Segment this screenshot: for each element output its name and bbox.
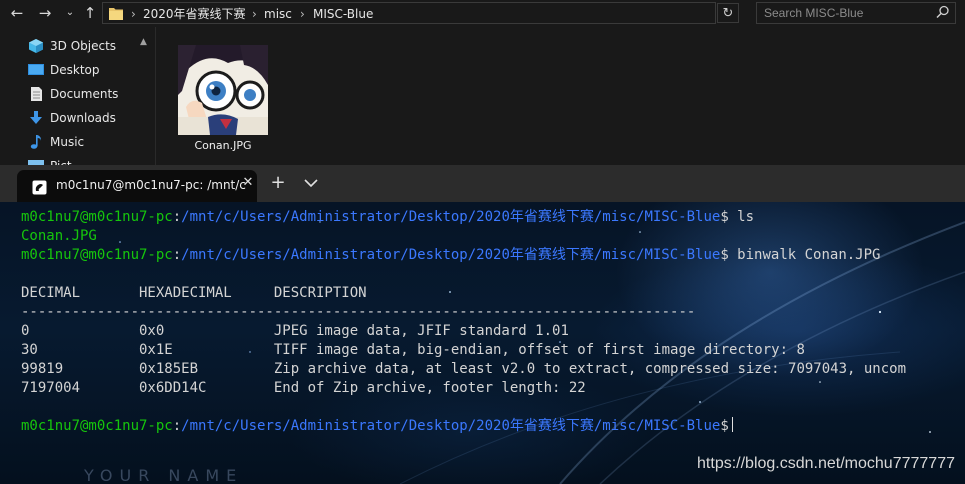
terminal-line: m0c1nu7@m0c1nu7-pc:/mnt/c/Users/Administ… [21,208,754,227]
breadcrumb-separator-icon: › [131,7,136,21]
back-arrow-icon[interactable]: ← [7,4,27,22]
3d-objects-icon [29,39,43,53]
nav-item-label: 3D Objects [50,39,117,53]
search-icon[interactable] [936,5,950,19]
command-text: ls [728,209,755,225]
nav-item-label: Downloads [50,111,116,125]
downloads-icon [30,111,42,124]
prompt-colon: : [172,247,182,263]
forward-arrow-icon[interactable]: → [35,4,55,22]
nav-item-downloads[interactable]: Downloads [28,107,150,129]
explorer-toolbar: ← → ⌄ ↑ › 2020年省赛线下赛 › misc › MISC-Blue … [0,0,965,27]
search-box[interactable] [756,2,956,24]
file-item[interactable]: Conan.JPG [173,41,273,156]
jpg-thumbnail[interactable] [178,45,268,135]
prompt-path: /mnt/c/Users/Administrator/Desktop/2020年… [181,247,721,263]
terminal-line: m0c1nu7@m0c1nu7-pc:/mnt/c/Users/Administ… [21,417,733,436]
file-list-area: Conan.JPG [155,27,965,165]
text-cursor [731,417,733,432]
terminal-tab[interactable]: m0c1nu7@m0c1nu7-pc: /mnt/c [17,170,257,202]
nav-item-label: Music [50,135,85,149]
music-icon [30,135,41,149]
background-caption: YOUR NAME [84,466,244,484]
prompt-user: m0c1nu7@m0c1nu7-pc [21,418,173,434]
prompt-colon: : [172,209,182,225]
breadcrumb-item[interactable]: MISC-Blue [313,3,373,25]
nav-item-desktop[interactable]: Desktop [28,59,150,81]
file-name: Conan.JPG [194,139,252,152]
desktop-icon [28,64,44,75]
prompt-colon: : [172,418,182,434]
terminal-output-line: 0 0x0 JPEG image data, JFIF standard 1.0… [21,323,569,339]
breadcrumb-separator-icon: › [300,7,305,21]
folder-icon [109,8,123,20]
prompt-path: /mnt/c/Users/Administrator/Desktop/2020年… [181,209,721,225]
prompt-symbol: $ [720,209,729,225]
terminal-window: m0c1nu7@m0c1nu7-pc: /mnt/c ✕ + m0c1nu7@m… [0,165,965,484]
refresh-icon[interactable]: ↻ [717,3,739,23]
terminal-output-line: 99819 0x185EB Zip archive data, at least… [21,361,907,377]
watermark-text: https://blog.csdn.net/mochu7777777 [697,455,955,472]
breadcrumb-item[interactable]: misc [264,3,292,25]
new-tab-plus-icon[interactable]: + [267,172,289,194]
prompt-user: m0c1nu7@m0c1nu7-pc [21,209,173,225]
nav-pane-scrollbar[interactable]: ▲ [138,27,152,165]
file-explorer-window: ← → ⌄ ↑ › 2020年省赛线下赛 › misc › MISC-Blue … [0,0,965,173]
navigation-pane: 3D Objects Desktop Documents Downloads M… [0,27,155,173]
terminal-output-line: Conan.JPG [21,228,97,244]
command-text: binwalk Conan.JPG [728,247,881,263]
nav-item-3d-objects[interactable]: 3D Objects [28,35,150,57]
breadcrumb-item[interactable]: 2020年省赛线下赛 [143,3,246,25]
search-input[interactable] [757,3,940,23]
address-bar[interactable]: › 2020年省赛线下赛 › misc › MISC-Blue ⌄ [102,2,806,25]
nav-item-label: Documents [50,87,119,101]
terminal-tab-title: m0c1nu7@m0c1nu7-pc: /mnt/c [56,178,246,192]
recent-locations-chevron-icon[interactable]: ⌄ [60,4,80,22]
close-icon[interactable]: ✕ [241,176,255,190]
terminal-tab-bar: m0c1nu7@m0c1nu7-pc: /mnt/c ✕ + [0,165,965,202]
nav-item-documents[interactable]: Documents [28,83,150,105]
prompt-path: /mnt/c/Users/Administrator/Desktop/2020年… [181,418,721,434]
terminal-output-line: DECIMAL HEXADECIMAL DESCRIPTION [21,285,367,301]
terminal-body[interactable]: m0c1nu7@m0c1nu7-pc:/mnt/c/Users/Administ… [0,202,965,484]
up-arrow-icon[interactable]: ↑ [80,4,100,22]
prompt-user: m0c1nu7@m0c1nu7-pc [21,247,173,263]
prompt-symbol: $ [720,247,729,263]
ubuntu-terminal-icon [32,180,47,195]
terminal-line: m0c1nu7@m0c1nu7-pc:/mnt/c/Users/Administ… [21,246,880,265]
terminal-output-line: 30 0x1E TIFF image data, big-endian, off… [21,342,805,358]
nav-item-music[interactable]: Music [28,131,150,153]
prompt-symbol: $ [720,418,729,434]
nav-item-label: Desktop [50,63,100,77]
documents-icon [31,87,42,101]
terminal-output-line: ----------------------------------------… [21,304,696,320]
chevron-down-icon[interactable] [302,175,320,191]
conan-image [178,45,268,135]
terminal-output-line: 7197004 0x6DD14C End of Zip archive, foo… [21,380,586,396]
breadcrumb-separator-icon: › [252,7,257,21]
scroll-up-chevron-icon[interactable]: ▲ [140,37,147,47]
